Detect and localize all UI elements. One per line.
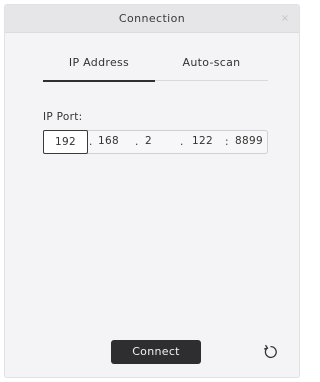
tab-bar: IP Address Auto-scan bbox=[43, 53, 268, 82]
port-colon-separator: : bbox=[225, 136, 229, 148]
connection-dialog: Connection × IP Address Auto-scan IP Por… bbox=[4, 4, 300, 378]
ip-octet-3-input[interactable]: 2 bbox=[145, 130, 179, 154]
ip-port-field: 192 . 168 . 2 . 122 : 8899 bbox=[43, 130, 268, 154]
title-bar: Connection × bbox=[5, 5, 299, 33]
tab-ip-address[interactable]: IP Address bbox=[43, 53, 155, 82]
ip-octet-4-input[interactable]: 122 bbox=[192, 130, 222, 154]
ip-octet-2-input[interactable]: 168 bbox=[98, 130, 134, 154]
tab-auto-scan[interactable]: Auto-scan bbox=[155, 53, 268, 81]
ip-dot-separator: . bbox=[89, 136, 93, 148]
close-icon[interactable]: × bbox=[279, 13, 291, 25]
dialog-title: Connection bbox=[118, 12, 186, 25]
ip-octet-1-input[interactable]: 192 bbox=[43, 130, 88, 154]
refresh-icon[interactable] bbox=[261, 342, 281, 362]
ip-dot-separator: . bbox=[135, 136, 139, 148]
ip-dot-separator: . bbox=[180, 136, 184, 148]
connect-button[interactable]: Connect bbox=[111, 340, 201, 364]
ip-port-label: IP Port: bbox=[43, 111, 83, 123]
port-input[interactable]: 8899 bbox=[235, 130, 267, 154]
